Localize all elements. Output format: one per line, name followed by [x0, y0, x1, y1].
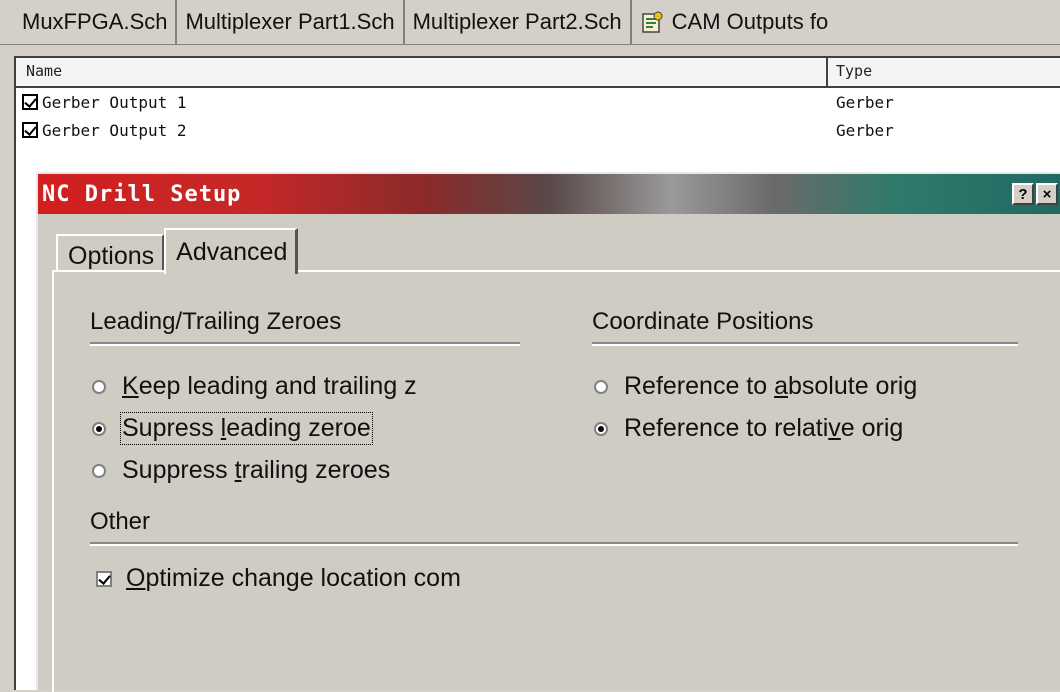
absolute-origin-radio[interactable] — [594, 379, 608, 394]
doc-tab-cam-outputs[interactable]: CAM Outputs fo — [632, 0, 837, 44]
suppress-leading-radio[interactable] — [92, 421, 106, 436]
dialog-title-bar[interactable]: NC Drill Setup ? × — [38, 174, 1060, 214]
output-enabled-checkbox[interactable] — [22, 122, 38, 138]
keep-zeroes-radio[interactable] — [92, 379, 106, 394]
list-row-name-cell: Gerber Output 2 — [16, 121, 836, 140]
zeroes-group-title: Leading/Trailing Zeroes — [90, 308, 342, 335]
other-group-divider — [90, 542, 1018, 546]
relative-origin-radio[interactable] — [594, 421, 608, 436]
doc-tab-muxfpga[interactable]: MuxFPGA.Sch — [0, 0, 178, 44]
cam-document-icon — [640, 10, 664, 34]
output-enabled-checkbox[interactable] — [22, 94, 38, 110]
doc-tab-label: MuxFPGA.Sch — [22, 9, 168, 34]
doc-tab-label: Multiplexer Part2.Sch — [412, 9, 622, 34]
doc-tab-multiplexer-part2[interactable]: Multiplexer Part2.Sch — [405, 0, 632, 44]
option-label: Optimize change location com — [126, 564, 461, 592]
output-name: Gerber Output 1 — [42, 92, 187, 112]
absolute-origin-option[interactable]: Reference to absolute orig — [594, 372, 917, 401]
doc-tab-multiplexer-part1[interactable]: Multiplexer Part1.Sch — [177, 0, 405, 44]
suppress-leading-option[interactable]: Supress leading zeroe — [92, 412, 373, 445]
close-button[interactable]: × — [1036, 183, 1058, 205]
column-header-type[interactable]: Type — [828, 58, 880, 86]
doc-tab-label: CAM Outputs fo — [671, 9, 829, 34]
output-type: Gerber — [836, 120, 894, 140]
list-row[interactable]: Gerber Output 1 Gerber — [16, 88, 1060, 116]
doc-tab-label: Multiplexer Part1.Sch — [185, 9, 395, 34]
list-header: Name Type — [16, 58, 1060, 88]
nc-drill-setup-dialog: NC Drill Setup ? × Options Advanced Lead… — [36, 172, 1060, 692]
list-row[interactable]: Gerber Output 2 Gerber — [16, 116, 1060, 144]
option-label: Reference to absolute orig — [624, 372, 918, 400]
keep-zeroes-option[interactable]: Keep leading and trailing z — [92, 372, 417, 401]
tab-options[interactable]: Options — [56, 234, 165, 272]
suppress-trailing-radio[interactable] — [92, 463, 106, 478]
coords-group-divider — [592, 342, 1018, 346]
column-header-name[interactable]: Name — [16, 58, 828, 86]
optimize-checkbox[interactable] — [96, 570, 112, 587]
option-label: Suppress trailing zeroes — [122, 456, 391, 484]
relative-origin-option[interactable]: Reference to relative orig — [594, 414, 903, 443]
advanced-tab-page: Leading/Trailing Zeroes Keep leading and… — [52, 270, 1060, 692]
dialog-title: NC Drill Setup — [42, 181, 242, 207]
optimize-option[interactable]: Optimize change location com — [96, 564, 461, 593]
help-button[interactable]: ? — [1012, 183, 1034, 205]
document-tab-bar: MuxFPGA.Sch Multiplexer Part1.Sch Multip… — [0, 0, 1060, 45]
list-row-name-cell: Gerber Output 1 — [16, 93, 836, 112]
option-label: Supress leading zeroe — [120, 412, 373, 445]
suppress-trailing-option[interactable]: Suppress trailing zeroes — [92, 456, 390, 485]
tab-advanced[interactable]: Advanced — [164, 228, 299, 274]
option-label: Keep leading and trailing z — [122, 372, 417, 400]
output-type: Gerber — [836, 92, 894, 112]
coords-group-title: Coordinate Positions — [592, 308, 814, 335]
title-buttons: ? × — [1012, 183, 1060, 205]
other-group-title: Other — [90, 508, 151, 535]
dialog-tabs: Options Advanced — [56, 228, 299, 274]
output-name: Gerber Output 2 — [42, 120, 187, 140]
zeroes-group-divider — [90, 342, 520, 346]
option-label: Reference to relative orig — [624, 414, 904, 442]
